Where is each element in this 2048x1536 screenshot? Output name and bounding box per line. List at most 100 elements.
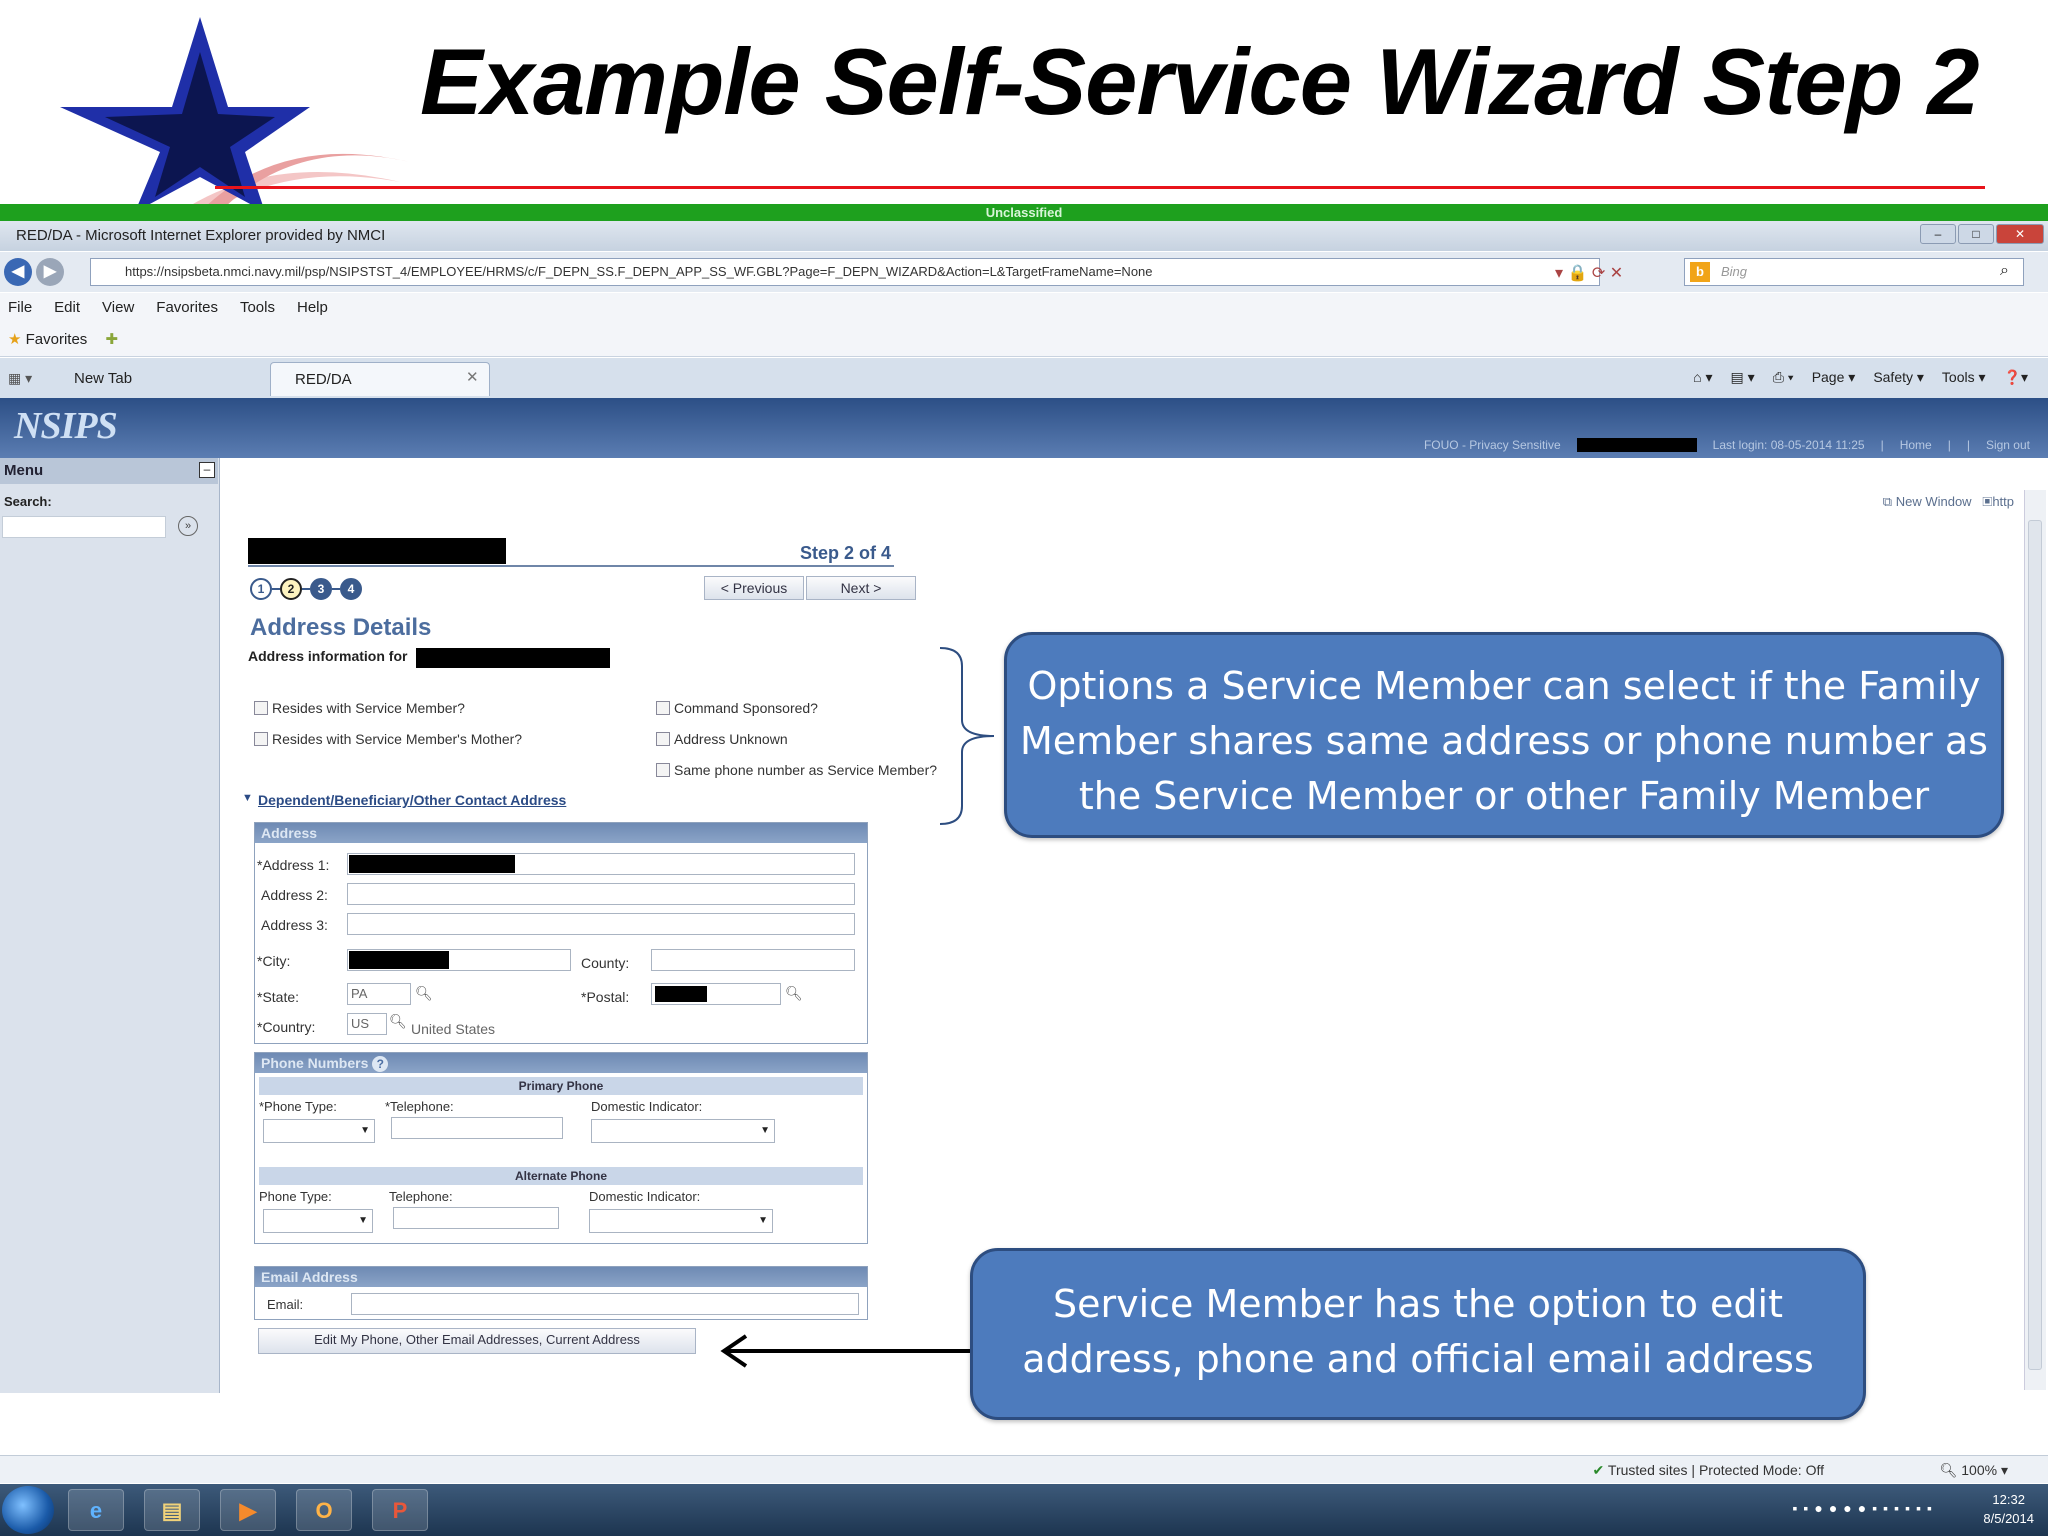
state-label: *State: [257,989,300,1005]
primary-phone-type-select[interactable]: ▼ [263,1119,375,1143]
phone-help-icon[interactable]: ? [372,1056,389,1072]
window-title: RED/DA - Microsoft Internet Explorer pro… [0,221,2048,251]
edit-callout: Service Member has the option to edit ad… [970,1248,1866,1420]
primary-phone-title: Primary Phone [259,1077,863,1095]
menu-view[interactable]: View [102,293,134,323]
favorites-button[interactable]: Favorites [26,331,88,348]
primary-telephone-field[interactable] [391,1117,563,1139]
tools-menu[interactable]: Tools ▾ [1942,362,1986,392]
command-sponsored-checkbox[interactable]: Command Sponsored? [656,700,818,716]
new-window-icon: ⧉ [1882,494,1893,509]
new-window-link[interactable]: ⧉ New Window ▣http [1883,494,2014,510]
arrow-icon [720,1334,972,1368]
menu-header: Menu [0,458,218,484]
search-input[interactable]: Bing [1684,258,2024,286]
alt-phone-type-label: Phone Type: [259,1189,332,1204]
alt-domestic-select[interactable]: ▼ [589,1209,773,1233]
safety-menu[interactable]: Safety ▾ [1873,362,1924,392]
page-menu[interactable]: Page ▾ [1812,362,1856,392]
maximize-icon[interactable]: □ [1958,224,1994,244]
step-4[interactable]: 4 [340,578,362,600]
minimize-icon[interactable]: – [1920,224,1956,244]
menu-bar: File Edit View Favorites Tools Help [0,293,2048,323]
state-field[interactable]: PA [347,983,411,1005]
email-field[interactable] [351,1293,859,1315]
menu-search-input[interactable] [2,516,166,538]
next-button[interactable]: Next > [806,576,916,600]
step-progress: 1 2 3 4 [250,578,362,600]
menu-tools[interactable]: Tools [240,293,275,323]
explorer-taskbar-icon[interactable]: ▤ [144,1489,200,1531]
status-bar: ✔ Trusted sites | Protected Mode: Off 🔍︎… [0,1455,2048,1483]
address2-field[interactable] [347,883,855,905]
tab-red-da[interactable]: RED/DA [270,362,490,396]
resides-with-mother-checkbox[interactable]: Resides with Service Member's Mother? [254,731,522,747]
feeds-icon[interactable]: ▤ ▾ [1731,362,1755,392]
bracket-icon [939,647,995,825]
same-phone-checkbox[interactable]: Same phone number as Service Member? [656,762,937,778]
quick-tabs-icon[interactable]: ▦ ▾ [8,370,32,387]
banner-links: FOUO - Privacy Sensitive Last login: 08-… [1423,438,2030,452]
postal-field[interactable] [651,983,781,1005]
clock[interactable]: 12:32 8/5/2014 [1983,1490,2034,1528]
email-label: Email: [267,1297,304,1312]
menu-file[interactable]: File [8,293,32,323]
sign-out-link[interactable]: Sign out [1986,438,2030,452]
redacted-member-name [248,538,506,564]
home-icon[interactable]: ⌂ ▾ [1693,362,1712,392]
edit-contact-button[interactable]: Edit My Phone, Other Email Addresses, Cu… [258,1328,696,1354]
options-callout: Options a Service Member can select if t… [1004,632,2004,838]
tab-new-tab[interactable]: New Tab [50,362,260,396]
primary-domestic-select[interactable]: ▼ [591,1119,775,1143]
alt-phone-type-select[interactable]: ▼ [263,1209,373,1233]
lock-refresh-stop-icons[interactable]: ▾ 🔒 ⟳ ✕ [1555,263,1623,283]
back-icon[interactable]: ◀ [4,258,32,286]
outlook-taskbar-icon[interactable]: O [296,1489,352,1531]
zoom-level[interactable]: 🔍︎ 100% ▾ [1940,1456,2008,1484]
country-lookup-icon[interactable]: 🔍︎ [389,1013,407,1030]
close-icon[interactable]: ✕ [1996,224,2044,244]
ie-taskbar-icon[interactable]: e [68,1489,124,1531]
country-field[interactable]: US [347,1013,387,1035]
alt-domestic-label: Domestic Indicator: [589,1189,701,1204]
forward-icon[interactable]: ▶ [36,258,64,286]
slide-title: Example Self-Service Wizard Step 2 [420,29,1980,134]
address3-field[interactable] [347,913,855,935]
address3-label: Address 3: [261,917,328,933]
add-favorite-icon[interactable]: ✚ [105,331,118,348]
postal-lookup-icon[interactable]: 🔍︎ [785,985,803,1002]
menu-help[interactable]: Help [297,293,328,323]
resides-with-member-checkbox[interactable]: Resides with Service Member? [254,700,465,716]
state-lookup-icon[interactable]: 🔍︎ [415,985,433,1002]
alt-telephone-field[interactable] [393,1207,559,1229]
address1-field[interactable] [347,853,855,875]
primary-domestic-label: Domestic Indicator: [591,1099,703,1114]
step-3[interactable]: 3 [310,578,332,600]
search-icon[interactable]: ⌕ [2000,262,2009,280]
start-button[interactable] [2,1486,54,1534]
menu-search-label: Search: [4,494,52,509]
step-2[interactable]: 2 [280,578,302,600]
address2-label: Address 2: [261,887,328,903]
url-field[interactable]: https://nsipsbeta.nmci.navy.mil/psp/NSIP… [90,258,1600,286]
expand-icon[interactable]: ▼ [242,792,253,804]
taskbar: e ▤ ▶ O P ▪▪●●●●▪▪▪▪▪▪ 12:32 8/5/2014 [0,1484,2048,1536]
print-icon[interactable]: ⎙ ▾ [1773,362,1794,392]
home-link[interactable]: Home [1900,438,1932,452]
go-icon[interactable]: » [178,516,198,536]
menu-edit[interactable]: Edit [54,293,80,323]
address-unknown-checkbox[interactable]: Address Unknown [656,731,788,747]
previous-button[interactable]: < Previous [704,576,804,600]
system-tray[interactable]: ▪▪●●●●▪▪▪▪▪▪ [1792,1500,1938,1516]
collapse-icon[interactable]: – [199,462,215,478]
help-icon[interactable]: ❓▾ [2004,362,2028,392]
menu-favorites[interactable]: Favorites [156,293,218,323]
dependent-address-link[interactable]: Dependent/Beneficiary/Other Contact Addr… [258,792,566,808]
media-taskbar-icon[interactable]: ▶ [220,1489,276,1531]
step-1[interactable]: 1 [250,578,272,600]
city-field[interactable] [347,949,571,971]
scrollbar-thumb[interactable] [2028,520,2042,1370]
powerpoint-taskbar-icon[interactable]: P [372,1489,428,1531]
county-field[interactable] [651,949,855,971]
tab-close-icon[interactable]: ✕ [466,368,479,386]
